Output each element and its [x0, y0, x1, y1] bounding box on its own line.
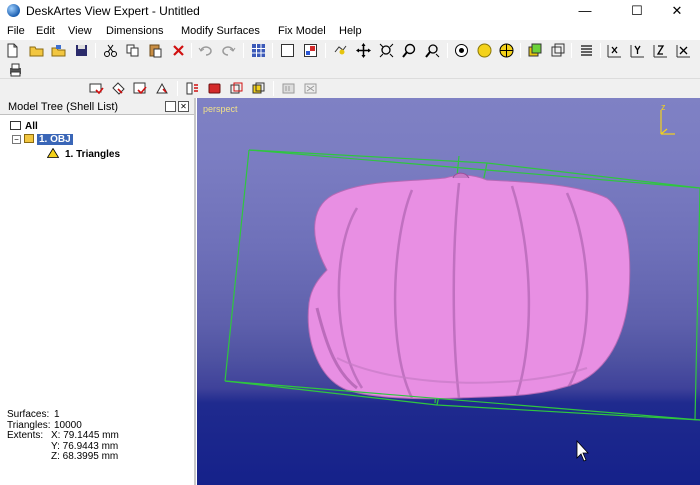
pan-icon[interactable]: [355, 42, 372, 59]
toolbar-separator: [243, 43, 244, 58]
toolbar-separator: [447, 43, 448, 58]
tree-item-obj-label: 1. OBJ: [37, 134, 73, 145]
fix-normals-icon[interactable]: [110, 80, 127, 97]
mouse-cursor-icon: [576, 439, 589, 462]
extent-x: X: 79.1445 mm: [51, 430, 119, 441]
box-view-icon[interactable]: [549, 42, 566, 59]
surfaces-value: 1: [54, 409, 60, 420]
toolbar-separator: [520, 43, 521, 58]
disabled-tool-icon[interactable]: [280, 80, 297, 97]
tree-item-obj[interactable]: − 1. OBJ: [12, 134, 73, 145]
panel-close-icon[interactable]: ✕: [178, 101, 189, 112]
shade-icon[interactable]: [476, 42, 493, 59]
toolbar-separator: [95, 43, 96, 58]
collapse-icon[interactable]: −: [12, 135, 21, 144]
grid-icon[interactable]: [250, 42, 267, 59]
paste-icon[interactable]: [147, 42, 164, 59]
secondary-toolbar: [0, 61, 700, 79]
toolbar-separator: [600, 43, 601, 58]
menu-view[interactable]: View: [68, 25, 92, 37]
view-y-icon[interactable]: [629, 42, 646, 59]
extent-z: Z: 68.3995 mm: [51, 451, 119, 462]
folder-root-icon: [10, 121, 21, 130]
redo-icon[interactable]: [220, 42, 237, 59]
save-icon[interactable]: [73, 42, 90, 59]
toolbar-separator: [571, 43, 572, 58]
delete-icon[interactable]: [170, 42, 187, 59]
undo-icon[interactable]: [197, 42, 214, 59]
menu-file[interactable]: File: [7, 25, 25, 37]
open-model-icon[interactable]: [50, 42, 67, 59]
model-tree-panel: Model Tree (Shell List) ✕ All − 1. OBJ 1.…: [0, 98, 196, 485]
menu-modify-surfaces[interactable]: Modify Surfaces: [181, 25, 260, 37]
toolbar-separator: [325, 43, 326, 58]
title-bar: DeskArtes View Expert - Untitled — ☐ ✕: [0, 0, 700, 22]
print-icon[interactable]: [7, 61, 24, 78]
model-tree-title: Model Tree (Shell List): [8, 101, 119, 113]
menu-bar: File Edit View Dimensions Modify Surface…: [0, 22, 700, 40]
panel-restore-icon[interactable]: [165, 101, 176, 112]
view-z-icon[interactable]: [652, 42, 669, 59]
main-toolbar: [0, 40, 700, 61]
shade-wire-icon[interactable]: [498, 42, 515, 59]
menu-edit[interactable]: Edit: [36, 25, 55, 37]
render-icon[interactable]: [302, 42, 319, 59]
axis-z-label: z: [661, 102, 666, 112]
fix-edges-icon[interactable]: [154, 80, 171, 97]
fix-holes-icon[interactable]: [132, 80, 149, 97]
menu-dimensions[interactable]: Dimensions: [106, 25, 163, 37]
select-icon[interactable]: [332, 42, 349, 59]
close-button[interactable]: ✕: [654, 0, 700, 22]
minimize-button[interactable]: —: [562, 0, 608, 22]
check-model-icon[interactable]: [88, 80, 105, 97]
cut-icon[interactable]: [102, 42, 119, 59]
app-icon: [7, 4, 20, 17]
new-file-icon[interactable]: [4, 42, 21, 59]
zoom-fit-icon[interactable]: [378, 42, 395, 59]
menu-fix-model[interactable]: Fix Model: [278, 25, 326, 37]
yellow-shell-icon[interactable]: [250, 80, 267, 97]
red-shell-icon[interactable]: [206, 80, 223, 97]
wire-shell-icon[interactable]: [228, 80, 245, 97]
toolbar-separator: [272, 43, 273, 58]
tree-item-all[interactable]: All: [10, 121, 38, 132]
model-tree-header: Model Tree (Shell List) ✕: [0, 98, 194, 115]
tree-item-triangles[interactable]: 1. Triangles: [46, 147, 121, 160]
scene-canvas: z: [224, 102, 700, 462]
tree-item-all-label: All: [25, 121, 38, 132]
obj-icon: [24, 134, 34, 143]
toolbar-separator: [177, 81, 178, 96]
3d-viewport[interactable]: perspect z: [197, 98, 700, 485]
view-iso-icon[interactable]: [675, 42, 692, 59]
warning-icon: [46, 147, 60, 158]
toolbar-separator: [191, 43, 192, 58]
rotate-icon[interactable]: [453, 42, 470, 59]
zoom-icon[interactable]: [401, 42, 418, 59]
view-x-icon[interactable]: [606, 42, 623, 59]
disabled-delete-icon[interactable]: [302, 80, 319, 97]
copy-icon[interactable]: [124, 42, 141, 59]
menu-help[interactable]: Help: [339, 25, 362, 37]
window-title: DeskArtes View Expert - Untitled: [26, 4, 200, 18]
tree-item-triangles-label: 1. Triangles: [65, 149, 121, 160]
extents-label: Extents:: [7, 430, 44, 441]
layers-icon[interactable]: [578, 42, 595, 59]
pumpkin-model: [307, 172, 631, 400]
toolbar-separator: [273, 81, 274, 96]
shell-list-icon[interactable]: [184, 80, 201, 97]
axis-triad-icon: [660, 110, 675, 135]
surfaces-label: Surfaces:: [7, 409, 50, 420]
window-icon[interactable]: [279, 42, 296, 59]
open-folder-icon[interactable]: [28, 42, 45, 59]
solid-view-icon[interactable]: [526, 42, 543, 59]
fix-toolbar: [0, 79, 700, 98]
zoom-dynamic-icon[interactable]: [424, 42, 441, 59]
